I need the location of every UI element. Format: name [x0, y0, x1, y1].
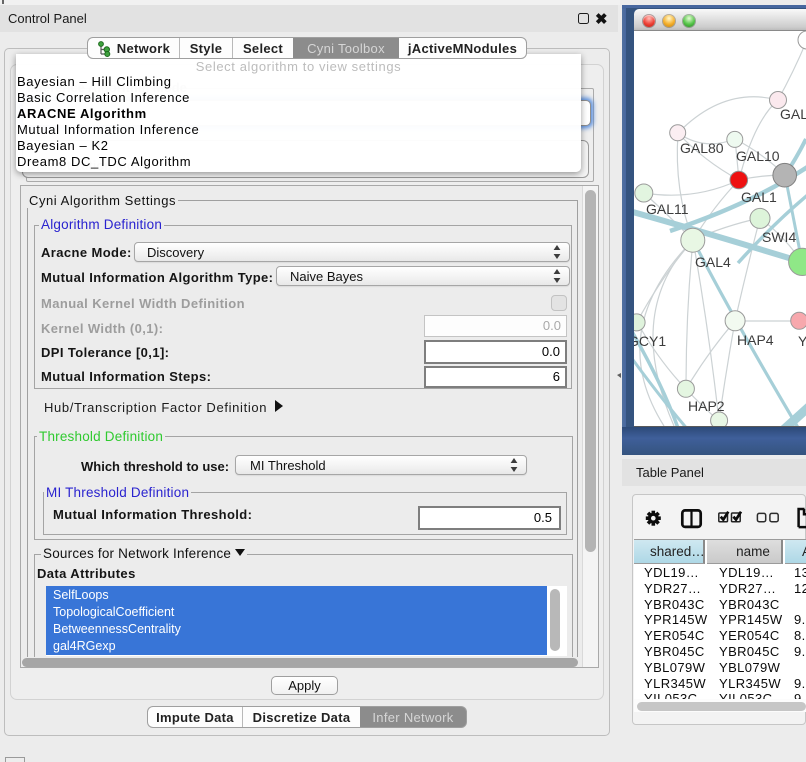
svg-text:GAL4: GAL4: [695, 254, 731, 270]
svg-text:HAP2: HAP2: [688, 398, 725, 414]
svg-text:GAL: GAL: [780, 106, 806, 122]
svg-text:GCY1: GCY1: [634, 333, 666, 349]
svg-text:Y: Y: [798, 333, 806, 349]
svg-text:SWI4: SWI4: [762, 229, 796, 245]
svg-text:GAL1: GAL1: [741, 189, 777, 205]
svg-text:GAL11: GAL11: [646, 201, 689, 217]
svg-text:GAL10: GAL10: [736, 148, 780, 164]
svg-text:HAP4: HAP4: [737, 332, 774, 348]
svg-text:GAL80: GAL80: [680, 140, 724, 156]
